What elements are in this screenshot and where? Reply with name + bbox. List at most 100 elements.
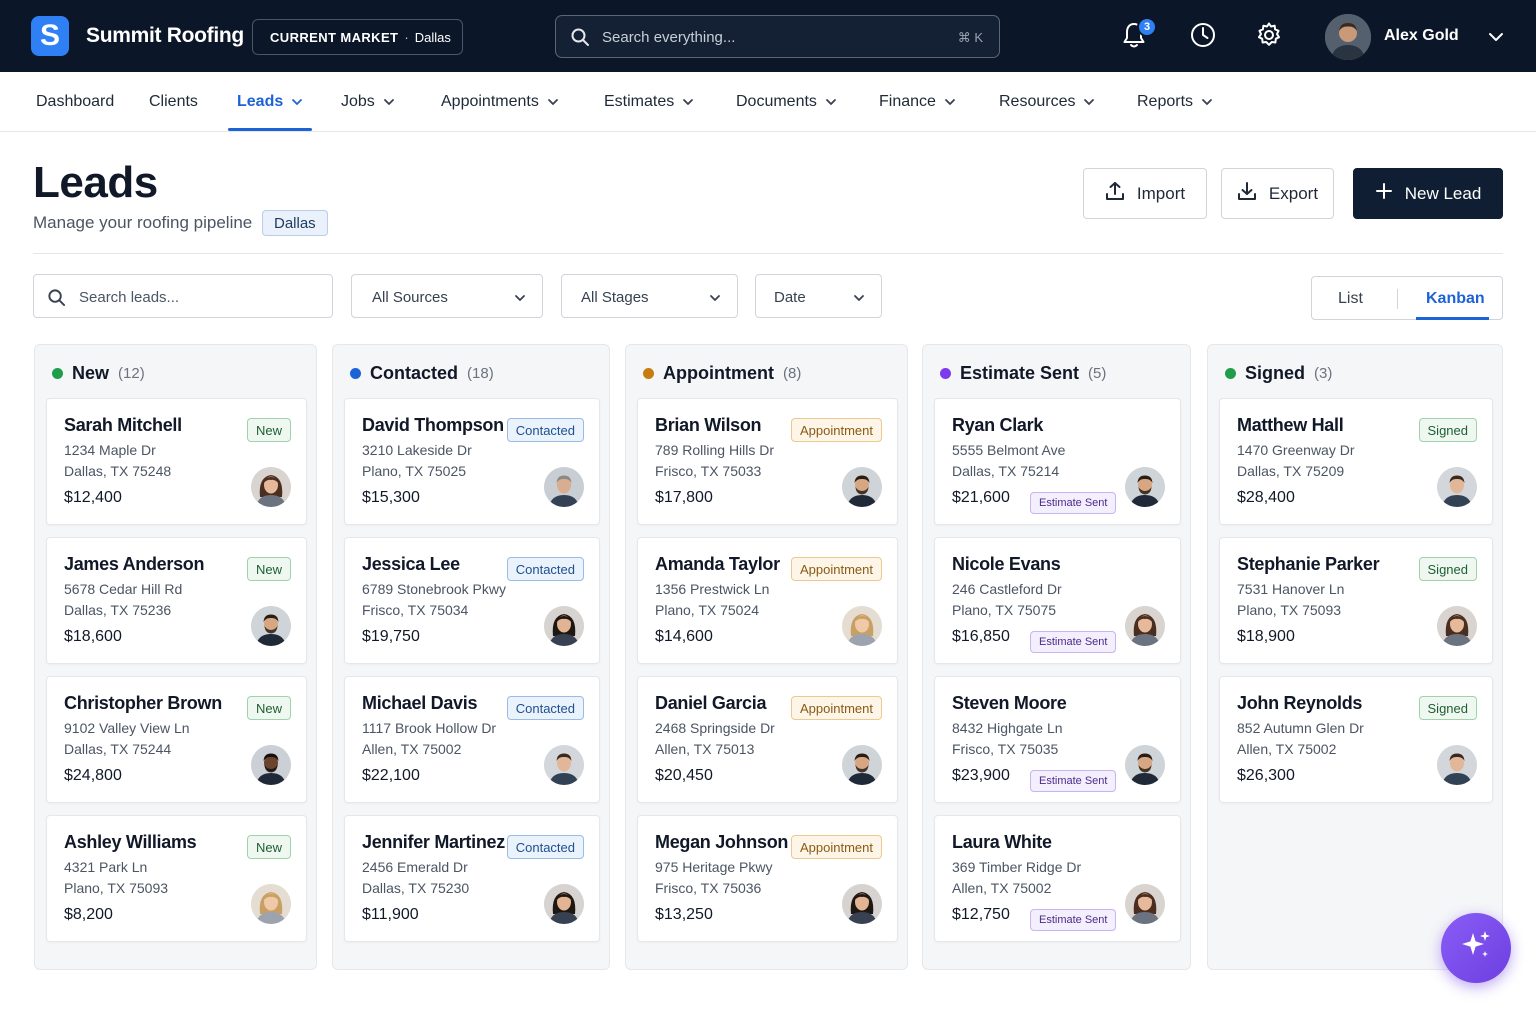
ai-assistant-button[interactable] [1441, 913, 1511, 983]
lead-card[interactable]: Steven Moore 8432 Highgate Ln Frisco, TX 7… [934, 676, 1181, 803]
nav-item-appointments[interactable]: Appointments [441, 72, 559, 132]
nav-item-dashboard[interactable]: Dashboard [36, 72, 114, 132]
lead-card[interactable]: Brian Wilson 789 Rolling Hills Dr Frisco, … [637, 398, 898, 525]
column-count: (3) [1314, 365, 1333, 382]
global-search[interactable]: Search everything... ⌘ K [555, 15, 1000, 58]
lead-card[interactable]: Laura White 369 Timber Ridge Dr Allen, TX … [934, 815, 1181, 942]
status-badge: Appointment [791, 835, 882, 859]
market-selector[interactable]: CURRENT MARKET · Dallas [252, 19, 463, 55]
nav-item-label: Estimates [604, 93, 675, 110]
lead-name: Stephanie Parker [1237, 554, 1380, 574]
upload-icon [1105, 181, 1125, 206]
lead-address-line2: Frisco, TX 75033 [655, 463, 762, 479]
lead-card[interactable]: Jennifer Martinez 2456 Emerald Dr Dallas, … [344, 815, 600, 942]
user-avatar[interactable] [1325, 14, 1371, 60]
lead-search-field[interactable]: Search leads... [33, 274, 333, 318]
chevron-down-icon [944, 96, 956, 108]
status-badge: Contacted [506, 418, 584, 442]
stages-select[interactable]: All Stages [561, 274, 738, 318]
column-header: Estimate Sent (5) [940, 363, 1106, 384]
lead-card[interactable]: Ryan Clark 5555 Belmont Ave Dallas, TX 752… [934, 398, 1181, 525]
user-name[interactable]: Alex Gold [1384, 27, 1459, 45]
gear-icon[interactable] [1254, 20, 1284, 50]
app-logo[interactable]: S [31, 16, 69, 56]
status-badge: New [246, 418, 291, 442]
lead-name: Jessica Lee [362, 554, 460, 574]
lead-name: Nicole Evans [952, 554, 1061, 574]
lead-address-line2: Plano, TX 75024 [655, 602, 760, 618]
nav-item-documents[interactable]: Documents [736, 72, 837, 132]
nav-item-leads[interactable]: Leads [237, 72, 303, 132]
new-lead-button[interactable]: New Lead [1353, 168, 1503, 219]
lead-name: John Reynolds [1237, 693, 1363, 713]
clock-icon[interactable] [1188, 20, 1218, 50]
lead-card[interactable]: David Thompson 3210 Lakeside Dr Plano, TX … [344, 398, 600, 525]
column-count: (12) [118, 365, 145, 382]
date-value: Date [774, 289, 806, 306]
nav-item-label: Reports [1137, 93, 1194, 110]
lead-avatar [842, 467, 882, 507]
lead-card[interactable]: Megan Johnson 975 Heritage Pkwy Frisco, TX… [637, 815, 898, 942]
kanban-column-contacted: Contacted (18) David Thompson 3210 Lakeside… [332, 344, 610, 970]
kanban-column-signed: Signed (3) Matthew Hall 1470 Greenway Dr Dal… [1207, 344, 1503, 970]
lead-card[interactable]: Daniel Garcia 2468 Springside Dr Allen, TX… [637, 676, 898, 803]
view-list-tab[interactable]: List [1338, 290, 1363, 308]
lead-card[interactable]: Michael Davis 1117 Brook Hollow Dr Allen, … [344, 676, 600, 803]
lead-value: $24,800 [64, 767, 122, 784]
chevron-down-icon[interactable] [1487, 28, 1505, 51]
lead-card[interactable]: Amanda Taylor 1356 Prestwick Ln Plano, TX … [637, 537, 898, 664]
lead-card[interactable]: Jessica Lee 6789 Stonebrook Pkwy Frisco, T… [344, 537, 600, 664]
nav-item-resources[interactable]: Resources [999, 72, 1095, 132]
status-badge: Contacted [506, 835, 584, 859]
status-badge: Signed [1418, 557, 1477, 581]
lead-search-input[interactable]: Search leads... [79, 289, 179, 306]
nav-item-finance[interactable]: Finance [879, 72, 956, 132]
lead-value: $20,450 [655, 767, 713, 784]
lead-card[interactable]: Ashley Williams 4321 Park Ln Plano, TX 750… [46, 815, 307, 942]
import-button[interactable]: Import [1083, 168, 1207, 219]
sources-value: All Sources [372, 289, 448, 306]
lead-card[interactable]: James Anderson 5678 Cedar Hill Rd Dallas, … [46, 537, 307, 664]
column-title: Signed [1245, 363, 1306, 383]
stage-dot [940, 368, 951, 379]
lead-address-line1: 1234 Maple Dr [64, 442, 156, 458]
kanban-column-new: New (12) Sarah Mitchell 1234 Maple Dr Dallas… [34, 344, 317, 970]
sources-select[interactable]: All Sources [351, 274, 543, 318]
lead-address-line2: Dallas, TX 75209 [1237, 463, 1345, 479]
status-badge: New [246, 835, 291, 859]
status-badge: Signed [1418, 418, 1477, 442]
view-kanban-tab[interactable]: Kanban [1426, 290, 1485, 308]
lead-avatar [251, 606, 291, 646]
global-search-input[interactable]: Search everything... [602, 29, 735, 46]
kanban-column-estimate-sent: Estimate Sent (5) Ryan Clark 5555 Belmont A… [922, 344, 1191, 970]
main-nav: Dashboard Clients Leads Jobs Appointments Est… [0, 72, 1536, 132]
lead-value: $22,100 [362, 767, 420, 784]
stage-dot [643, 368, 654, 379]
lead-card[interactable]: Matthew Hall 1470 Greenway Dr Dallas, TX 7… [1219, 398, 1493, 525]
lead-card[interactable]: John Reynolds 852 Autumn Glen Dr Allen, TX… [1219, 676, 1493, 803]
lead-name: Ryan Clark [952, 415, 1044, 435]
lead-address-line2: Allen, TX 75002 [362, 741, 462, 757]
lead-address-line1: 2456 Emerald Dr [362, 859, 468, 875]
export-button[interactable]: Export [1221, 168, 1334, 219]
chevron-down-icon [709, 291, 721, 308]
page-subtitle: Manage your roofing pipeline [33, 213, 253, 232]
lead-address-line2: Frisco, TX 75036 [655, 880, 762, 896]
nav-item-estimates[interactable]: Estimates [604, 72, 694, 132]
kanban-column-appointment: Appointment (8) Brian Wilson 789 Rolling Hi… [625, 344, 908, 970]
nav-item-reports[interactable]: Reports [1137, 72, 1213, 132]
lead-address-line2: Allen, TX 75002 [1237, 741, 1337, 757]
app-name[interactable]: Summit Roofing [86, 24, 244, 48]
lead-card[interactable]: Christopher Brown 9102 Valley View Ln Dall… [46, 676, 307, 803]
lead-avatar [251, 467, 291, 507]
lead-avatar [842, 884, 882, 924]
lead-card[interactable]: Sarah Mitchell 1234 Maple Dr Dallas, TX 75… [46, 398, 307, 525]
lead-card[interactable]: Nicole Evans 246 Castleford Dr Plano, TX 7… [934, 537, 1181, 664]
nav-item-clients[interactable]: Clients [149, 72, 198, 132]
date-select[interactable]: Date [755, 274, 882, 318]
nav-item-jobs[interactable]: Jobs [341, 72, 395, 132]
lead-card[interactable]: Stephanie Parker 7531 Hanover Ln Plano, TX… [1219, 537, 1493, 664]
lead-address-line1: 5555 Belmont Ave [952, 442, 1066, 458]
lead-address-line2: Plano, TX 75075 [952, 602, 1057, 618]
lead-address-line1: 1356 Prestwick Ln [655, 581, 770, 597]
